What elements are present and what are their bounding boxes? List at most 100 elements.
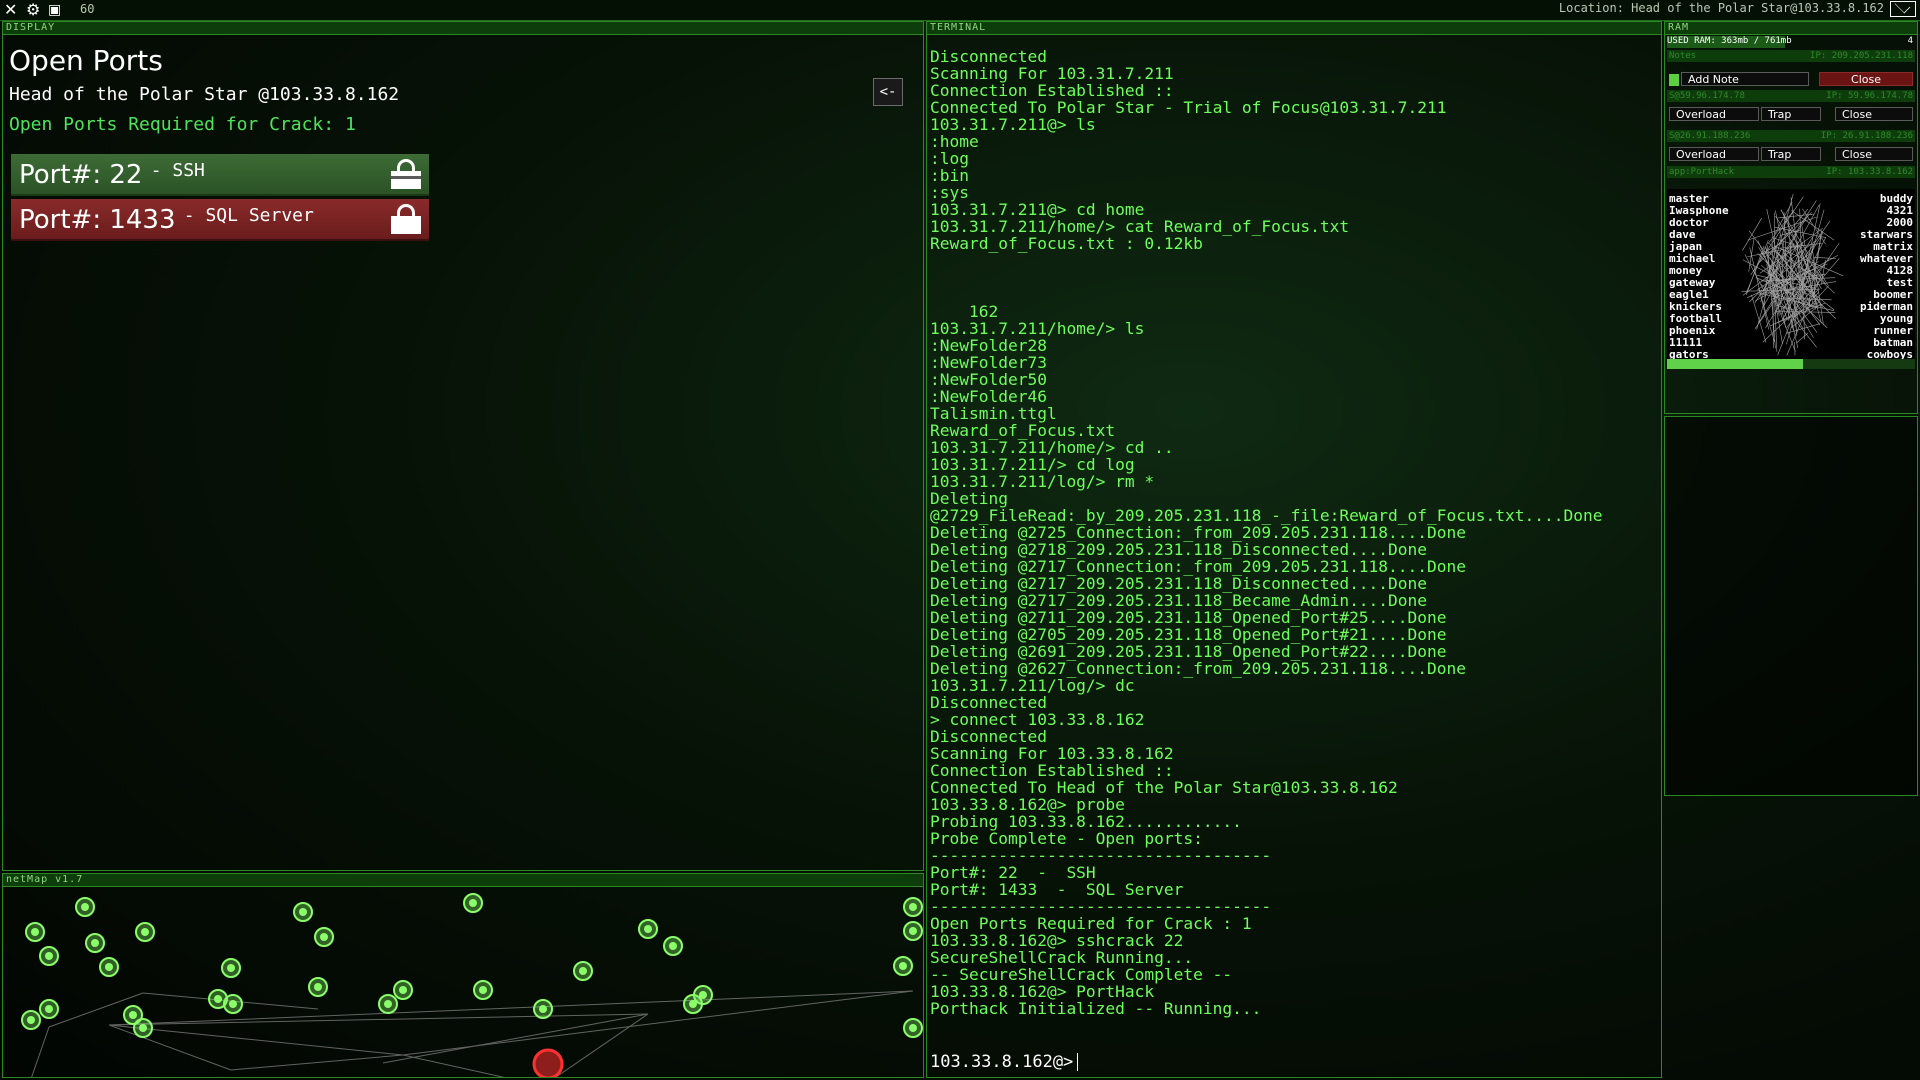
module-count: 4 — [1907, 36, 1913, 46]
netmap-node-core — [139, 1024, 147, 1032]
terminal-line: Connected To Polar Star - Trial of Focus… — [930, 98, 1447, 117]
shell-module-header: S@59.96.174.78 IP: 59.96.174.78 — [1667, 90, 1915, 102]
terminal-line: Probe Complete - Open ports: — [930, 829, 1203, 848]
netmap-node-core — [214, 995, 222, 1003]
terminal-line: 103.33.8.162@> sshcrack 22 — [930, 931, 1184, 950]
notes-close-button[interactable]: Close — [1819, 72, 1913, 86]
exit-icon[interactable]: ✕ — [4, 1, 17, 19]
shell-close-button[interactable]: Close — [1835, 147, 1913, 161]
text-cursor — [1077, 1053, 1079, 1071]
porthack-wordlist-right: buddy 4321 2000 starwars matrix whatever 4128 t… — [1860, 193, 1913, 360]
terminal-line: ----------------------------------- — [930, 897, 1272, 916]
netmap-node-core — [129, 1011, 137, 1019]
netmap-node-core — [909, 1024, 917, 1032]
netmap-node-core — [579, 967, 587, 975]
porthack-word: cowboys — [1866, 348, 1913, 360]
terminal-line: Disconnected — [930, 693, 1047, 712]
terminal-line: 103.33.8.162@> PortHack — [930, 982, 1155, 1001]
netmap-node-core — [105, 963, 113, 971]
netmap-node-core — [91, 939, 99, 947]
netmap-node-core — [479, 986, 487, 994]
porthack-title: app:PortHack — [1669, 167, 1735, 177]
location-readout: Location: Head of the Polar Star@103.33.… — [1558, 1, 1884, 15]
terminal-line: SecureShellCrack Running... — [930, 948, 1194, 967]
shell-trap-button[interactable]: Trap — [1761, 107, 1821, 121]
terminal-line: 103.31.7.211/home/> cat Reward_of_Focus.… — [930, 217, 1350, 236]
shell-close-button[interactable]: Close — [1835, 107, 1913, 121]
terminal-line: 103.31.7.211/home/> cd .. — [930, 438, 1174, 457]
netmap-node-core — [227, 964, 235, 972]
terminal-line: :bin — [930, 166, 969, 185]
ram-usage-label: USED RAM: 363mb / 761mb — [1667, 36, 1792, 46]
terminal-line: :NewFolder28 — [930, 336, 1047, 355]
terminal-line: > connect 103.33.8.162 — [930, 710, 1145, 729]
netmap-node-core — [469, 899, 477, 907]
terminal-line: :NewFolder73 — [930, 353, 1047, 372]
back-button[interactable]: <- — [873, 78, 903, 106]
netmap-node-core — [899, 962, 907, 970]
ram-panel: RAM USED RAM: 363mb / 761mb 4 Notes IP: … — [1664, 21, 1918, 414]
netmap-graph — [21, 893, 923, 1077]
porthack-header: app:PortHack IP: 103.33.8.162 — [1667, 166, 1915, 178]
netmap-node-core — [314, 983, 322, 991]
netmap-active-node[interactable] — [532, 1048, 564, 1077]
notes-title: Notes — [1669, 51, 1697, 61]
shell-trap-button[interactable]: Trap — [1761, 147, 1821, 161]
netmap-nodes[interactable] — [21, 893, 923, 1077]
ram-panel-title: RAM — [1665, 22, 1917, 35]
note-checkbox[interactable] — [1669, 74, 1679, 86]
netmap-node-core — [669, 942, 677, 950]
porthack-display: master Iwasphone doctor dave japan michael mon… — [1667, 189, 1915, 359]
netmap-node-core — [229, 1000, 237, 1008]
terminal-line: Disconnected — [930, 727, 1047, 746]
terminal-line: :NewFolder50 — [930, 370, 1047, 389]
terminal-line: Deleting @2725_Connection:_from_209.205.… — [930, 523, 1467, 542]
terminal-line: Deleting @2717_209.205.231.118_Disconnec… — [930, 574, 1428, 593]
terminal-line: Connected To Head of the Polar Star@103.… — [930, 778, 1398, 797]
terminal-panel-title: TERMINAL — [927, 22, 1661, 35]
terminal-line: Deleting @2705_209.205.231.118_Opened_Po… — [930, 625, 1447, 644]
terminal-line: :sys — [930, 183, 969, 202]
shell-overload-button[interactable]: Overload — [1669, 107, 1759, 121]
terminal-line: @2729_FileRead:_by_209.205.231.118_-_fil… — [930, 506, 1603, 525]
porthack-ip: IP: 103.33.8.162 — [1826, 167, 1913, 177]
terminal-line: Porthack Initialized -- Running... — [930, 999, 1262, 1018]
netmap-node-core — [644, 925, 652, 933]
add-note-button[interactable]: Add Note — [1681, 72, 1809, 86]
terminal-line: Connection Established :: — [930, 81, 1174, 100]
netmap-panel-title: netMap v1.7 — [3, 874, 923, 887]
terminal-line: Deleting @2717_Connection:_from_209.205.… — [930, 557, 1467, 576]
shell-ip: IP: 59.96.174.78 — [1826, 91, 1913, 101]
notes-ip: IP: 209.205.231.118 — [1810, 51, 1913, 61]
terminal-line: Port#: 1433 - SQL Server — [930, 880, 1184, 899]
terminal-line: 103.33.8.162@> probe — [930, 795, 1125, 814]
shell-overload-button[interactable]: Overload — [1669, 147, 1759, 161]
terminal-line: :home — [930, 132, 979, 151]
terminal-line: Disconnected — [930, 47, 1047, 66]
save-disk-icon[interactable]: ▣ — [48, 1, 61, 19]
ram-empty-space — [1664, 416, 1918, 796]
terminal-input[interactable]: 103.33.8.162@> — [930, 1052, 1079, 1072]
fps-counter: 60 — [80, 2, 95, 16]
terminal-line: Talismin.ttgl — [930, 404, 1057, 423]
netmap-panel: netMap v1.7 — [2, 873, 924, 1078]
terminal-panel[interactable]: TERMINAL Disconnected Scanning For 103.31… — [926, 21, 1662, 1078]
display-panel: DISPLAY Open Ports Head of the Polar Sta… — [2, 21, 924, 871]
terminal-line: ----------------------------------- — [930, 846, 1272, 865]
mail-icon[interactable] — [1890, 1, 1916, 17]
netmap-node-core — [31, 928, 39, 936]
port-service: - SSH — [150, 160, 205, 181]
ram-usage-bar: USED RAM: 363mb / 761mb 4 — [1667, 36, 1915, 48]
netmap-node-core — [299, 908, 307, 916]
port-row-ssh[interactable]: Port#: 22 - SSH — [11, 154, 429, 196]
terminal-line: 103.31.7.211/> cd log — [930, 455, 1135, 474]
terminal-line: :log — [930, 149, 969, 168]
port-service: - SQL Server — [183, 205, 314, 226]
netmap-node-core — [399, 986, 407, 994]
port-row-sql[interactable]: Port#: 1433 - SQL Server — [11, 199, 429, 241]
porthack-word: gators — [1669, 348, 1709, 360]
terminal-line: Deleting @2711_209.205.231.118_Opened_Po… — [930, 608, 1447, 627]
settings-gear-icon[interactable]: ⚙ — [26, 1, 40, 19]
netmap-node-core — [27, 1016, 35, 1024]
